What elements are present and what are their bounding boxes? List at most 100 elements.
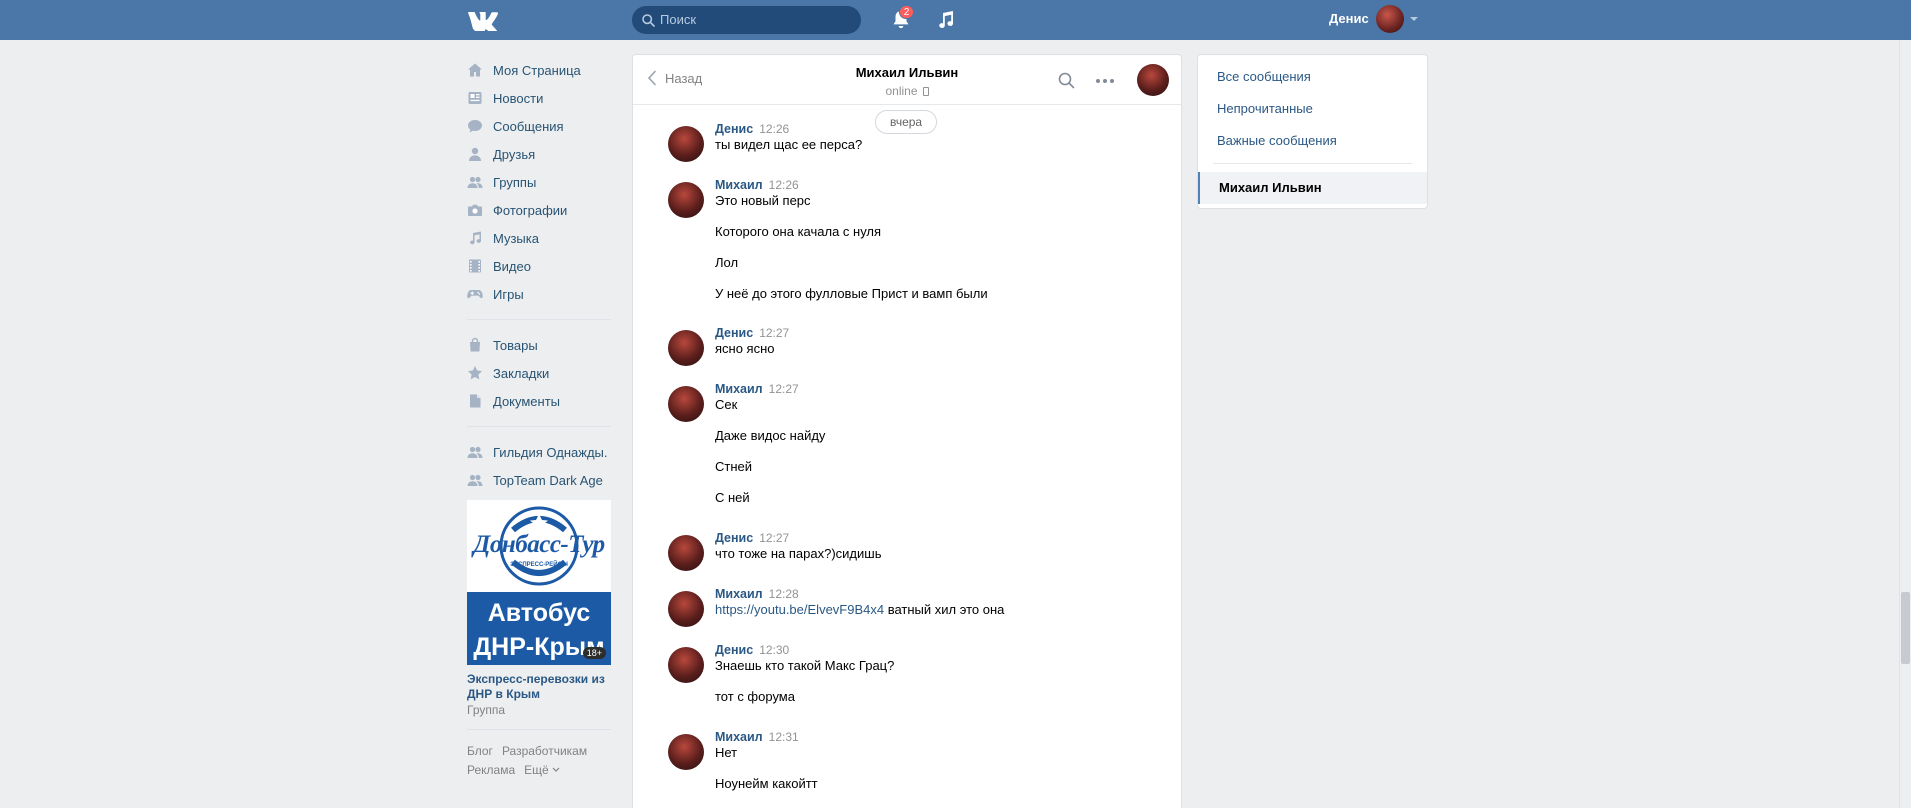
sidebar-item-friends[interactable]: Друзья xyxy=(467,140,613,168)
avatar[interactable] xyxy=(668,182,704,218)
messages-icon xyxy=(467,118,483,134)
message-text: Знаешь кто такой Макс Грац? xyxy=(715,658,895,673)
message-author[interactable]: Денис xyxy=(715,643,753,657)
star-icon xyxy=(467,365,483,381)
sidebar-item-goods[interactable]: Товары xyxy=(467,331,613,359)
message-time[interactable]: 12:27 xyxy=(759,326,789,340)
message-author[interactable]: Денис xyxy=(715,531,753,545)
sidebar-item-music[interactable]: Музыка xyxy=(467,224,613,252)
message-time[interactable]: 12:31 xyxy=(769,730,799,744)
filter-important[interactable]: Важные сообщения xyxy=(1217,133,1337,148)
age-badge: 18+ xyxy=(582,647,606,659)
ad-title[interactable]: Экспресс-перевозки из ДНР в Крым xyxy=(467,672,611,702)
music-icon[interactable] xyxy=(936,9,956,31)
document-icon xyxy=(467,393,483,409)
message-body: Михаил 12:27 Сек Даже видос найду Стней С… xyxy=(715,381,1155,506)
sidebar-item-messages[interactable]: Сообщения xyxy=(467,112,613,140)
avatar[interactable] xyxy=(668,647,704,683)
sidebar-item-groups[interactable]: Группы xyxy=(467,168,613,196)
sidebar-item-news[interactable]: Новости xyxy=(467,84,613,112)
message-time[interactable]: 12:27 xyxy=(769,382,799,396)
sidebar-item-documents[interactable]: Документы xyxy=(467,387,613,415)
message-link-suffix: ватный хил это она xyxy=(884,602,1005,617)
message-author[interactable]: Михаил xyxy=(715,382,763,396)
ad-logo-area: Донбасс-Тур ЭКСПРЕСС-РЕЙСЫ xyxy=(467,500,611,592)
footer-link-more[interactable]: Ещё xyxy=(524,763,560,777)
message-text: https://youtu.be/ElvevF9B4x4 ватный хил … xyxy=(715,601,1155,618)
message-author[interactable]: Денис xyxy=(715,326,753,340)
message-author[interactable]: Денис xyxy=(715,122,753,136)
chevron-down-icon[interactable] xyxy=(1410,17,1418,21)
avatar[interactable] xyxy=(668,330,704,366)
ad-subtitle: Группа xyxy=(467,703,506,717)
search-icon[interactable] xyxy=(1058,72,1075,89)
message-text: Стней xyxy=(715,459,753,474)
search-placeholder: Поиск xyxy=(660,12,697,27)
footer-link-blog[interactable]: Блог xyxy=(467,744,493,758)
message-time[interactable]: 12:27 xyxy=(759,531,789,545)
sidebar-item-label: Товары xyxy=(493,337,538,353)
scrollbar-thumb[interactable] xyxy=(1901,592,1910,664)
peer-avatar[interactable] xyxy=(1137,64,1169,96)
ad-image[interactable]: Донбасс-Тур ЭКСПРЕСС-РЕЙСЫ Автобус ДНР-К… xyxy=(467,500,611,665)
peer-status: online xyxy=(633,84,1181,98)
avatar[interactable] xyxy=(668,126,704,162)
group-icon xyxy=(467,472,483,488)
sidebar-item-my-page[interactable]: Моя Страница xyxy=(467,56,613,84)
message-time[interactable]: 12:28 xyxy=(769,587,799,601)
notifications-badge: 2 xyxy=(899,5,914,19)
sidebar-item-guild[interactable]: Гильдия Однажды. xyxy=(467,438,613,466)
sidebar-item-label: Друзья xyxy=(493,146,536,162)
message-body: Денис 12:27 ясно ясно xyxy=(715,325,1155,357)
more-icon[interactable] xyxy=(1095,78,1115,84)
avatar[interactable] xyxy=(1376,5,1404,33)
camera-icon xyxy=(467,202,483,218)
sidebar-item-topteam[interactable]: TopTeam Dark Age xyxy=(467,466,613,494)
footer-link-ads[interactable]: Реклама xyxy=(467,763,515,777)
footer-link-developers[interactable]: Разработчикам xyxy=(502,744,587,758)
sidebar-item-label: Закладки xyxy=(493,365,550,381)
message-time[interactable]: 12:26 xyxy=(769,178,799,192)
ad-block[interactable]: Донбасс-Тур ЭКСПРЕСС-РЕЙСЫ Автобус ДНР-К… xyxy=(467,500,611,780)
message-link[interactable]: https://youtu.be/ElvevF9B4x4 xyxy=(715,602,884,617)
message-body: Денис 12:30 Знаешь кто такой Макс Грац? т… xyxy=(715,642,1155,705)
sidebar-item-label: Сообщения xyxy=(493,118,564,134)
sidebar-item-label: Документы xyxy=(493,393,561,409)
filter-unread[interactable]: Непрочитанные xyxy=(1217,101,1313,116)
active-conversation-label: Михаил Ильвин xyxy=(1219,180,1322,195)
avatar[interactable] xyxy=(668,535,704,571)
message-author[interactable]: Михаил xyxy=(715,730,763,744)
chat-panel: Назад Михаил Ильвин online вчера Денис 12… xyxy=(632,54,1182,808)
active-conversation-tab[interactable]: Михаил Ильвин xyxy=(1198,172,1427,204)
date-separator: вчера xyxy=(875,110,938,134)
video-icon xyxy=(467,258,483,274)
avatar[interactable] xyxy=(668,734,704,770)
sidebar-item-bookmarks[interactable]: Закладки xyxy=(467,359,613,387)
message-body: Михаил 12:26 Это новый перс Которого она … xyxy=(715,177,1155,302)
message-author[interactable]: Михаил xyxy=(715,587,763,601)
sidebar-item-games[interactable]: Игры xyxy=(467,280,613,308)
messages-filter-panel: Все сообщения Непрочитанные Важные сообщ… xyxy=(1197,54,1428,209)
avatar[interactable] xyxy=(668,591,704,627)
message-time[interactable]: 12:30 xyxy=(759,643,789,657)
avatar[interactable] xyxy=(668,386,704,422)
music-icon xyxy=(467,230,483,246)
peer-status-text: online xyxy=(885,84,918,98)
message-author[interactable]: Михаил xyxy=(715,178,763,192)
bag-icon xyxy=(467,337,483,353)
message-text: У неё до этого фулловые Прист и вамп был… xyxy=(715,286,988,301)
sidebar-item-photos[interactable]: Фотографии xyxy=(467,196,613,224)
sidebar-item-video[interactable]: Видео xyxy=(467,252,613,280)
filter-all-messages[interactable]: Все сообщения xyxy=(1217,69,1311,84)
message-text: Которого она качала с нуля xyxy=(715,224,882,239)
footer-link-more-label: Ещё xyxy=(524,763,549,777)
message-time[interactable]: 12:26 xyxy=(759,122,789,136)
sidebar-item-label: Игры xyxy=(493,286,524,302)
search-input[interactable]: Поиск xyxy=(632,6,861,34)
top-user-name[interactable]: Денис xyxy=(1329,11,1369,26)
vk-logo-icon[interactable] xyxy=(467,9,499,31)
group-icon xyxy=(467,444,483,460)
sidebar-item-label: Новости xyxy=(493,90,544,106)
left-sidebar: Моя Страница Новости Сообщения Друзья Гр… xyxy=(467,56,613,494)
message-body: Михаил 12:28 https://youtu.be/ElvevF9B4x4… xyxy=(715,586,1155,618)
